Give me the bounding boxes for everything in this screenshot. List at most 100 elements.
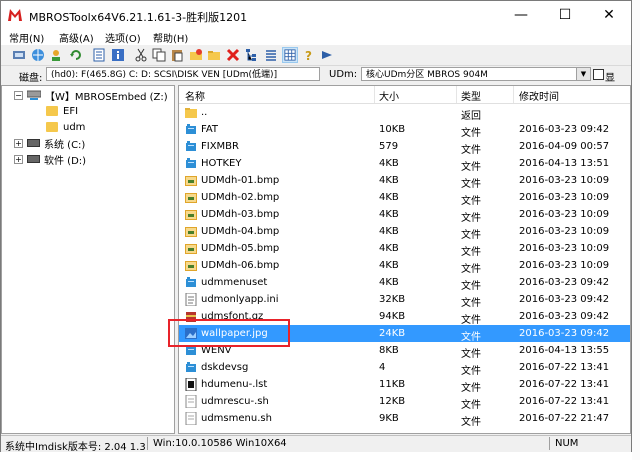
cut-button[interactable] xyxy=(133,47,149,63)
status-imdisk-version: 系统中Imdisk版本号: 2.04 1.3 xyxy=(5,442,146,453)
column-header-size[interactable]: 大小 xyxy=(379,88,399,103)
table-row[interactable]: udmonlyapp.ini 32KB 文件 2016-03-23 09:42 xyxy=(179,291,630,309)
table-row[interactable]: udmrescu-.sh 12KB 文件 2016-07-22 13:41 xyxy=(179,393,630,411)
status-divider xyxy=(147,437,148,450)
file-type: 文件 xyxy=(461,281,481,292)
file-list[interactable]: 名称 大小 类型 修改时间 .. 返回 FAT 10KB 文件 2016-03-23 09… xyxy=(178,85,631,434)
drive-icon xyxy=(27,155,40,163)
file-size: 94KB xyxy=(379,311,406,322)
doc-file-icon xyxy=(185,395,197,408)
file-blue-icon xyxy=(186,141,196,151)
column-header-type[interactable]: 类型 xyxy=(461,88,481,103)
file-modified: 2016-03-23 10:09 xyxy=(519,260,610,271)
table-row[interactable]: UDMdh-01.bmp 4KB 文件 2016-03-23 10:09 xyxy=(179,172,630,190)
expand-icon[interactable]: + xyxy=(14,154,23,164)
folder-icon xyxy=(46,106,58,116)
file-name: hdumenu-.lst xyxy=(201,379,268,390)
tree-item-efi[interactable]: EFI xyxy=(46,103,78,119)
info-icon xyxy=(112,49,124,61)
info-button[interactable] xyxy=(110,47,126,63)
table-row[interactable]: udmmenuset 4KB 文件 2016-03-23 09:42 xyxy=(179,274,630,292)
tree-item-udm[interactable]: udm xyxy=(46,119,85,135)
tree-item-mbrosembed[interactable]: − 【W】MBROSEmbed (Z:) xyxy=(14,87,168,103)
tree-item-label: 【W】MBROSEmbed (Z:) xyxy=(45,91,168,103)
file-size: 4KB xyxy=(379,277,399,288)
menu-bar: 常用(N) 高级(A) 选项(O) 帮助(H) xyxy=(1,29,631,45)
table-row[interactable]: .. 返回 xyxy=(179,104,630,122)
file-type: 文件 xyxy=(461,179,481,190)
table-row[interactable]: hdumenu-.lst 11KB 文件 2016-07-22 13:41 xyxy=(179,376,630,394)
list-view-button[interactable] xyxy=(263,47,279,63)
table-row[interactable]: UDMdh-03.bmp 4KB 文件 2016-03-23 10:09 xyxy=(179,206,630,224)
column-divider[interactable] xyxy=(374,86,375,103)
table-row[interactable]: UDMdh-02.bmp 4KB 文件 2016-03-23 10:09 xyxy=(179,189,630,207)
column-header-modified[interactable]: 修改时间 xyxy=(519,88,559,103)
tree-item-software-d[interactable]: + 软件 (D:) xyxy=(14,151,86,167)
tools-button[interactable] xyxy=(11,47,27,63)
lst-file-icon xyxy=(185,378,197,391)
image-icon xyxy=(185,176,197,186)
new-folder-icon xyxy=(190,49,202,60)
new-folder-button[interactable] xyxy=(188,47,204,63)
details-view-button[interactable] xyxy=(282,47,298,63)
ini-file-icon xyxy=(185,293,197,306)
globe-button[interactable] xyxy=(30,47,46,63)
status-windows-version: Win:10.0.10586 Win10X64 xyxy=(153,438,287,449)
help-button[interactable]: ? xyxy=(301,47,317,63)
table-row[interactable]: UDMdh-04.bmp 4KB 文件 2016-03-23 10:09 xyxy=(179,223,630,241)
udm-dropdown[interactable]: 核心UDm分区 MBROS 904M ▼ xyxy=(361,67,591,81)
copy-button[interactable] xyxy=(151,47,167,63)
file-modified: 2016-03-23 09:42 xyxy=(519,124,610,135)
copy-icon xyxy=(152,48,166,62)
file-type: 文件 xyxy=(461,383,481,394)
details-view-icon xyxy=(284,49,296,61)
column-divider[interactable] xyxy=(513,86,514,103)
folder-tree[interactable]: − 【W】MBROSEmbed (Z:) EFI udm + 系统 (C:) +… xyxy=(1,85,175,434)
table-row[interactable]: UDMdh-06.bmp 4KB 文件 2016-03-23 10:09 xyxy=(179,257,630,275)
forward-button[interactable] xyxy=(319,47,335,63)
file-modified: 2016-07-22 13:41 xyxy=(519,379,610,390)
table-row[interactable]: UDMdh-05.bmp 4KB 文件 2016-03-23 10:09 xyxy=(179,240,630,258)
column-header-name[interactable]: 名称 xyxy=(185,88,205,103)
file-name: udmsmenu.sh xyxy=(201,413,272,424)
table-row[interactable]: FAT 10KB 文件 2016-03-23 09:42 xyxy=(179,121,630,139)
file-name: UDMdh-06.bmp xyxy=(201,260,280,271)
close-button[interactable]: ✕ xyxy=(587,1,631,29)
open-folder-icon xyxy=(208,51,220,60)
column-divider[interactable] xyxy=(456,86,457,103)
file-modified: 2016-04-09 00:57 xyxy=(519,141,610,152)
table-row[interactable]: HOTKEY 4KB 文件 2016-04-13 13:51 xyxy=(179,155,630,173)
menu-help[interactable]: 帮助(H) xyxy=(153,30,188,45)
status-divider xyxy=(549,437,550,450)
udm-label: UDm: xyxy=(329,69,358,80)
maximize-button[interactable]: ☐ xyxy=(543,1,587,29)
file-name: FAT xyxy=(201,124,219,135)
table-row[interactable]: dskdevsg 4 文件 2016-07-22 13:41 xyxy=(179,359,630,377)
delete-icon xyxy=(226,48,240,62)
image-icon xyxy=(185,261,197,271)
minimize-button[interactable]: — xyxy=(499,1,543,29)
delete-button[interactable] xyxy=(225,47,241,63)
disk-dropdown[interactable]: (hd0): F(465.8G) C: D: SCSI\DISK VEN [UD… xyxy=(46,67,320,81)
menu-common[interactable]: 常用(N) xyxy=(9,30,44,45)
chevron-down-icon[interactable]: ▼ xyxy=(576,68,590,80)
file-size: 4KB xyxy=(379,260,399,271)
menu-advanced[interactable]: 高级(A) xyxy=(59,30,94,45)
tree-button[interactable] xyxy=(244,47,260,63)
open-folder-button[interactable] xyxy=(206,47,222,63)
paste-button[interactable] xyxy=(169,47,185,63)
expand-icon[interactable]: + xyxy=(14,138,23,148)
file-type: 文件 xyxy=(461,230,481,241)
refresh-button[interactable] xyxy=(68,47,84,63)
file-size: 579 xyxy=(379,141,399,152)
collapse-icon[interactable]: − xyxy=(14,90,23,100)
tree-icon xyxy=(246,49,256,61)
show-checkbox[interactable] xyxy=(593,69,604,80)
user-edit-button[interactable] xyxy=(49,47,65,63)
list-button[interactable] xyxy=(91,47,107,63)
tree-item-system-c[interactable]: + 系统 (C:) xyxy=(14,135,85,151)
table-row[interactable]: FIXMBR 579 文件 2016-04-09 00:57 xyxy=(179,138,630,156)
menu-options[interactable]: 选项(O) xyxy=(105,30,141,45)
title-bar[interactable]: MBROSToolx64V6.21.1.61-3-胜利版1201 — ☐ ✕ xyxy=(1,1,631,29)
table-row[interactable]: udmsmenu.sh 9KB 文件 2016-07-22 21:47 xyxy=(179,410,630,428)
